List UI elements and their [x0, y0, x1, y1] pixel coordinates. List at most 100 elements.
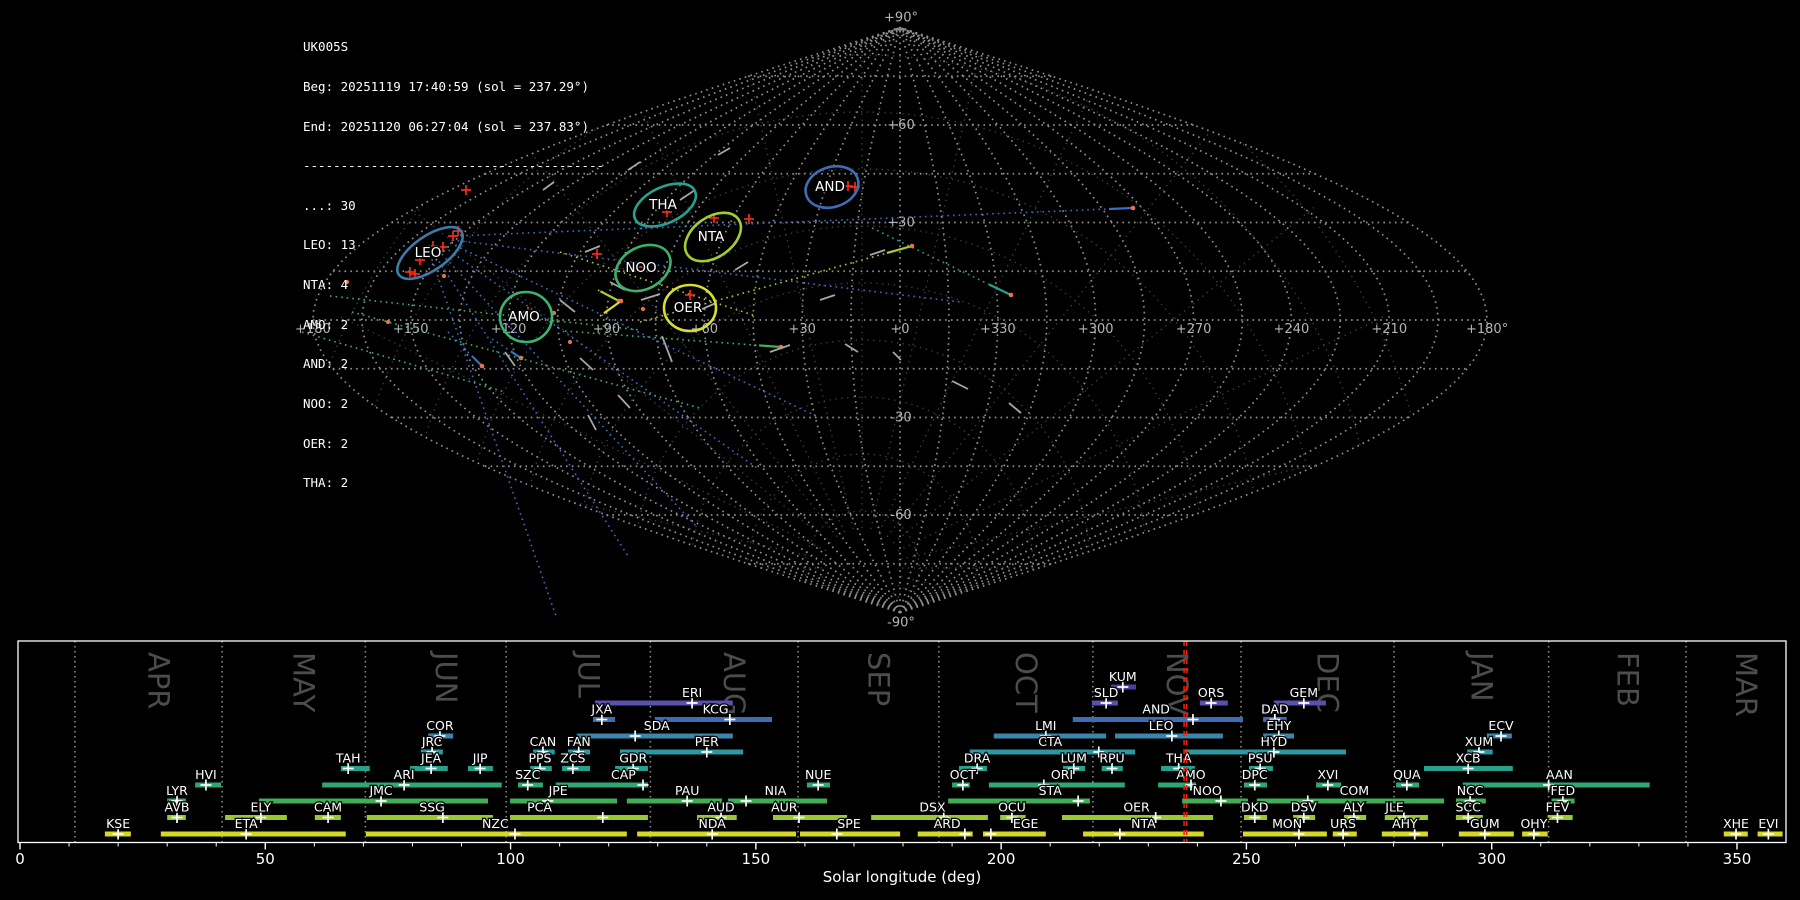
- secondary-grid-spoke: [870, 27, 992, 530]
- shower-label-AHY: AHY: [1392, 816, 1418, 831]
- shower-label-NTA: NTA: [1131, 816, 1156, 831]
- meteor-segment: [819, 294, 836, 301]
- grid-meridian: [899, 27, 950, 613]
- shower-label-EGE: EGE: [1013, 816, 1039, 831]
- month-label-OCT: OCT: [1009, 652, 1043, 713]
- shower-label-HVI: HVI: [195, 767, 217, 782]
- month-label-JUL: JUL: [571, 650, 605, 698]
- shower-label-AUD: AUD: [707, 800, 734, 815]
- count-sporadic: ...: 30: [303, 197, 356, 213]
- shower-label-XHE: XHE: [1723, 816, 1749, 831]
- meteor-end-dot: [1130, 205, 1136, 211]
- axis-tick-label: 100: [496, 850, 525, 868]
- lat-label: +30: [887, 216, 914, 231]
- shower-label-JMC: JMC: [368, 783, 392, 798]
- shower-label-DSV: DSV: [1291, 800, 1318, 815]
- shower-label-SDA: SDA: [644, 718, 670, 733]
- peak-marker-EGE: [985, 828, 997, 840]
- ellipse-label-NOO: NOO: [625, 260, 656, 276]
- shower-label-CAP: CAP: [611, 767, 636, 782]
- shower-bar-ETA: [160, 831, 346, 837]
- shower-label-OER: OER: [1123, 800, 1150, 815]
- peak-marker-CAP: [637, 779, 649, 791]
- axis-tick-label: 350: [1723, 850, 1752, 868]
- shower-label-TAH: TAH: [335, 751, 361, 766]
- shower-label-COM: COM: [1340, 783, 1369, 798]
- shower-label-ORS: ORS: [1198, 685, 1225, 700]
- shower-label-THA: THA: [1165, 751, 1192, 766]
- shower-label-ZCS: ZCS: [560, 751, 585, 766]
- shower-label-CTA: CTA: [1038, 734, 1062, 749]
- secondary-grid-circle: [633, 339, 1091, 613]
- month-label-SEP: SEP: [861, 652, 895, 706]
- shower-bar-NTA: [1083, 831, 1204, 837]
- shower-label-EHY: EHY: [1266, 718, 1291, 733]
- month-label-MAY: MAY: [287, 652, 321, 713]
- shower-bar-JMC: [258, 798, 489, 804]
- shower-label-SCC: SCC: [1455, 800, 1481, 815]
- count-NTA: NTA: 4: [303, 277, 349, 293]
- separator-line: ----------------------------------------: [303, 158, 605, 174]
- shower-label-NDA: NDA: [699, 816, 727, 831]
- meteor-segment: [951, 380, 969, 390]
- shower-label-DSX: DSX: [919, 800, 946, 815]
- shower-label-NUE: NUE: [805, 767, 831, 782]
- shower-bar-CAP: [555, 782, 648, 788]
- shower-label-FAN: FAN: [567, 734, 591, 749]
- month-label-FEB: FEB: [1610, 652, 1644, 707]
- axis-tick-label: 300: [1477, 850, 1506, 868]
- month-label-MAR: MAR: [1729, 652, 1763, 717]
- month-label-APR: APR: [142, 652, 176, 709]
- observation-end: End: 20251120 06:27:04 (sol = 237.83°): [303, 118, 589, 134]
- shower-label-FED: FED: [1550, 783, 1575, 798]
- shower-label-JPE: JPE: [548, 783, 568, 798]
- lat-label: +90°: [884, 11, 918, 26]
- shower-label-ERI: ERI: [682, 685, 702, 700]
- peak-marker-NTA: [1114, 828, 1126, 840]
- shower-label-PPS: PPS: [528, 751, 551, 766]
- shower-label-JIP: JIP: [472, 751, 488, 766]
- secondary-grid-spoke: [886, 114, 1225, 538]
- shower-label-DKD: DKD: [1241, 800, 1268, 815]
- meteor-segment: [627, 161, 641, 171]
- ellipse-label-THA: THA: [648, 197, 677, 213]
- shower-label-CAM: CAM: [314, 800, 342, 815]
- ellipse-label-AND: AND: [815, 179, 845, 195]
- shower-label-PSU: PSU: [1248, 751, 1273, 766]
- shower-label-SZC: SZC: [515, 767, 540, 782]
- station-id: UK005S: [303, 39, 349, 55]
- meteor-segment: [640, 293, 661, 301]
- meteor-end-dot: [1008, 292, 1014, 298]
- shower-label-AUR: AUR: [771, 800, 798, 815]
- shower-label-LUM: LUM: [1061, 751, 1087, 766]
- shower-label-URS: URS: [1330, 816, 1356, 831]
- shower-label-NOO: NOO: [1193, 783, 1222, 798]
- shower-label-PER: PER: [695, 734, 719, 749]
- secondary-grid-circle: [747, 453, 977, 613]
- grid-meridian: [801, 27, 901, 613]
- shower-label-EVI: EVI: [1758, 816, 1778, 831]
- shower-label-AND: AND: [1142, 702, 1170, 717]
- shower-label-HYD: HYD: [1261, 734, 1288, 749]
- shower-label-ARD: ARD: [934, 816, 961, 831]
- shower-bar-NOO: [1182, 798, 1248, 804]
- grid-meridian: [899, 26, 1293, 614]
- shower-label-DAD: DAD: [1261, 702, 1289, 717]
- meteor-segment: [679, 189, 696, 201]
- observation-info-block: UK005S Beg: 20251119 17:40:59 (sol = 237…: [303, 14, 604, 516]
- shower-bar-ARI: [322, 782, 502, 788]
- shower-bar-NZC: [365, 831, 627, 837]
- shower-label-SLD: SLD: [1094, 685, 1119, 700]
- shower-label-JRC: JRC: [421, 734, 443, 749]
- meteor-segment: [661, 335, 673, 363]
- shower-label-KSE: KSE: [106, 816, 130, 831]
- lon-label: +240: [1274, 322, 1310, 337]
- meteor-path-segment: [988, 283, 1012, 296]
- shower-label-JLE: JLE: [1384, 800, 1404, 815]
- axis-tick-label: 200: [987, 850, 1016, 868]
- secondary-grid-circle: [804, 510, 920, 613]
- shower-label-NZC: NZC: [482, 816, 509, 831]
- shower-label-SSG: SSG: [419, 800, 445, 815]
- shower-bar-SSG: [366, 815, 493, 820]
- count-NOO: NOO: 2: [303, 395, 349, 411]
